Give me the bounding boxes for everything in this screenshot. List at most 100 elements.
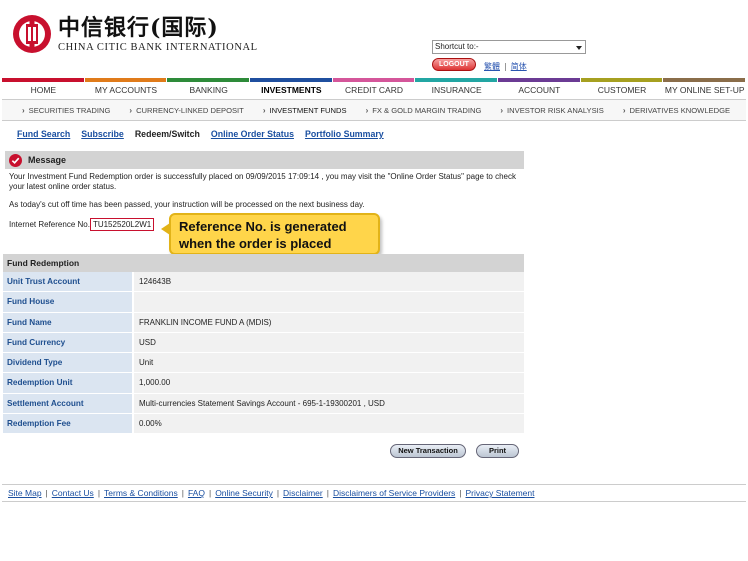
logout-button[interactable]: LOGOUT: [432, 58, 476, 71]
row-label: Redemption Unit: [3, 373, 134, 393]
chevron-right-icon: ›: [500, 105, 504, 115]
row-label: Redemption Fee: [3, 414, 134, 434]
message-header: Message: [5, 151, 524, 169]
subnav-derivatives-knowledge[interactable]: › DERIVATIVES KNOWLEDGE: [623, 106, 730, 115]
row-value: 124643B: [134, 272, 524, 292]
row-value: Multi-currencies Statement Savings Accou…: [134, 393, 524, 414]
subnav-fx-gold-margin[interactable]: › FX & GOLD MARGIN TRADING: [366, 106, 482, 115]
callout-line2: when the order is placed: [179, 236, 332, 251]
message-title: Message: [28, 155, 67, 165]
chevron-right-icon: ›: [129, 105, 133, 115]
subnav-label: SECURITIES TRADING: [28, 105, 111, 115]
print-button[interactable]: Print: [476, 444, 519, 458]
footer-separator: |: [208, 488, 212, 498]
table-header: Fund Redemption: [3, 254, 524, 272]
subnav-label: DERIVATIVES KNOWLEDGE: [629, 105, 731, 115]
message-cutoff-text: As today's cut off time has been passed,…: [9, 200, 365, 209]
table-row: Unit Trust Account 124643B: [3, 272, 524, 293]
fund-redemption-table: Fund Redemption Unit Trust Account 124643…: [3, 254, 524, 435]
nav-home[interactable]: HOME: [2, 78, 85, 98]
row-label: Fund Name: [3, 312, 134, 332]
tab-online-order-status[interactable]: Online Order Status: [211, 129, 294, 139]
nav-customer-services[interactable]: CUSTOMER SERVICES: [580, 78, 664, 113]
table-row: Fund Name FRANKLIN INCOME FUND A (MDIS): [3, 312, 524, 333]
shortcut-select[interactable]: Shortcut to:-: [432, 40, 586, 54]
lang-separator: |: [504, 62, 507, 71]
nav-color-bar: [415, 78, 498, 82]
lang-traditional-link[interactable]: 繁體: [484, 62, 500, 71]
footer-link-privacy[interactable]: Privacy Statement: [466, 488, 535, 498]
table-row: Fund House: [3, 292, 524, 313]
main-nav: HOME MY ACCOUNTS BANKING INVESTMENTS CRE…: [2, 78, 746, 113]
message-success-text: Your Investment Fund Redemption order is…: [9, 172, 517, 191]
nav-label: MY ONLINE SET-UP: [664, 85, 745, 95]
nav-banking[interactable]: BANKING: [167, 78, 250, 98]
tab-redeem-switch[interactable]: Redeem/Switch: [135, 129, 200, 139]
nav-color-bar: [580, 78, 663, 82]
reference-label: Internet Reference No.: [9, 220, 90, 229]
chevron-right-icon: ›: [622, 105, 626, 115]
footer-link-faq[interactable]: FAQ: [188, 488, 205, 498]
subnav-currency-linked-deposit[interactable]: › CURRENCY-LINKED DEPOSIT: [129, 106, 243, 115]
subnav-investment-funds[interactable]: › INVESTMENT FUNDS: [263, 106, 347, 115]
row-value: FRANKLIN INCOME FUND A (MDIS): [134, 312, 524, 332]
footer-link-service-providers[interactable]: Disclaimers of Service Providers: [333, 488, 455, 498]
footer-separator: |: [459, 488, 462, 498]
nav-investments[interactable]: INVESTMENTS: [250, 78, 333, 98]
subnav-label: INVESTOR RISK ANALYSIS: [507, 105, 604, 115]
nav-my-online-setup[interactable]: MY ONLINE SET-UP: [663, 78, 746, 98]
subnav-investor-risk-analysis[interactable]: › INVESTOR RISK ANALYSIS: [500, 106, 603, 115]
row-value: Unit: [134, 353, 524, 373]
row-value: 0.00%: [134, 414, 524, 434]
nav-my-accounts[interactable]: MY ACCOUNTS: [84, 78, 168, 98]
tab-fund-search[interactable]: Fund Search: [17, 129, 70, 139]
nav-color-bar: [498, 78, 580, 82]
footer-link-terms[interactable]: Terms & Conditions: [104, 488, 178, 498]
footer-link-site-map[interactable]: Site Map: [8, 488, 42, 498]
tab-portfolio-summary[interactable]: Portfolio Summary: [305, 129, 384, 139]
footer-separator: |: [45, 488, 48, 498]
reference-callout: Reference No. is generated when the orde…: [161, 213, 380, 255]
lang-simplified-link[interactable]: 简体: [511, 62, 527, 71]
citic-logo-icon: [13, 15, 51, 53]
footer-link-contact-us[interactable]: Contact Us: [52, 488, 94, 498]
table-row: Redemption Fee 0.00%: [3, 414, 524, 435]
nav-color-bar: [250, 78, 332, 82]
nav-insurance[interactable]: INSURANCE: [415, 78, 498, 98]
table-row: Settlement Account Multi-currencies State…: [3, 393, 524, 415]
nav-color-bar: [663, 78, 746, 82]
nav-credit-card[interactable]: CREDIT CARD: [332, 78, 416, 98]
footer-separator: |: [181, 488, 184, 498]
footer-links: Site Map | Contact Us | Terms & Conditions | F…: [2, 484, 746, 502]
logo-chinese-name: 中信银行(国际): [58, 14, 219, 41]
fund-tabs: Fund Search Subscribe Redeem/Switch Onli…: [17, 129, 395, 139]
table-row: Fund Currency USD: [3, 332, 524, 354]
subnav-securities-trading[interactable]: › SECURITIES TRADING: [22, 106, 110, 115]
nav-label: INSURANCE: [431, 85, 482, 95]
nav-account-opening[interactable]: ACCOUNT OPENING: [498, 78, 581, 113]
nav-label: BANKING: [189, 85, 228, 95]
callout-line1: Reference No. is generated: [179, 219, 347, 234]
row-label: Dividend Type: [3, 353, 134, 373]
bank-logo[interactable]: 中信银行(国际) CHINA CITIC BANK INTERNATIONAL: [12, 14, 258, 54]
footer-link-online-security[interactable]: Online Security: [215, 488, 273, 498]
subnav-label: FX & GOLD MARGIN TRADING: [372, 105, 482, 115]
nav-label: HOME: [30, 85, 57, 95]
subnav-label: CURRENCY-LINKED DEPOSIT: [136, 105, 244, 115]
footer-link-disclaimer[interactable]: Disclaimer: [283, 488, 323, 498]
language-switch: 繁體 | 简体: [484, 61, 527, 72]
shortcut-label: Shortcut to:-: [435, 42, 479, 51]
new-transaction-button[interactable]: New Transaction: [390, 444, 466, 458]
investment-sub-nav: › SECURITIES TRADING › CURRENCY-LINKED DEP…: [2, 99, 746, 121]
chevron-down-icon: [576, 46, 582, 50]
row-label: Unit Trust Account: [3, 272, 134, 292]
row-value: [134, 292, 524, 312]
nav-color-bar: [167, 78, 250, 82]
chevron-right-icon: ›: [22, 105, 25, 115]
row-value: 1,000.00: [134, 373, 524, 393]
nav-label: INVESTMENTS: [261, 85, 322, 95]
tab-subscribe[interactable]: Subscribe: [81, 129, 124, 139]
table-row: Redemption Unit 1,000.00: [3, 373, 524, 394]
row-label: Fund House: [3, 292, 134, 312]
chevron-right-icon: ›: [365, 105, 369, 115]
